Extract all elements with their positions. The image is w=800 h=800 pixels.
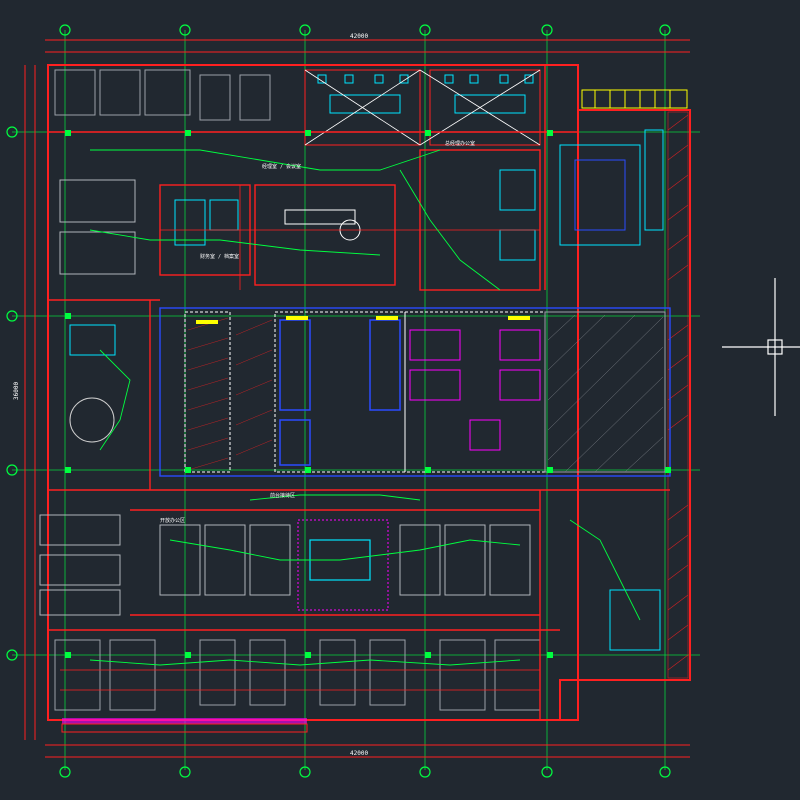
room-label-2: 总经理办公室 — [445, 140, 475, 147]
bottom-overall-dimension: 42000 — [350, 750, 368, 757]
left-overall-dimension: 36000 — [13, 382, 20, 400]
room-label-4: 前台接待区 — [270, 492, 295, 499]
room-label-5: 开放办公区 — [160, 517, 185, 524]
room-label-1: 经理室 / 会议室 — [262, 163, 301, 170]
cad-floor-plan: 42000 42000 36000 经理室 / 会议室 总经理办公室 财务室 /… — [0, 0, 800, 800]
room-label-3: 财务室 / 档案室 — [200, 253, 239, 260]
top-overall-dimension: 42000 — [350, 33, 368, 40]
